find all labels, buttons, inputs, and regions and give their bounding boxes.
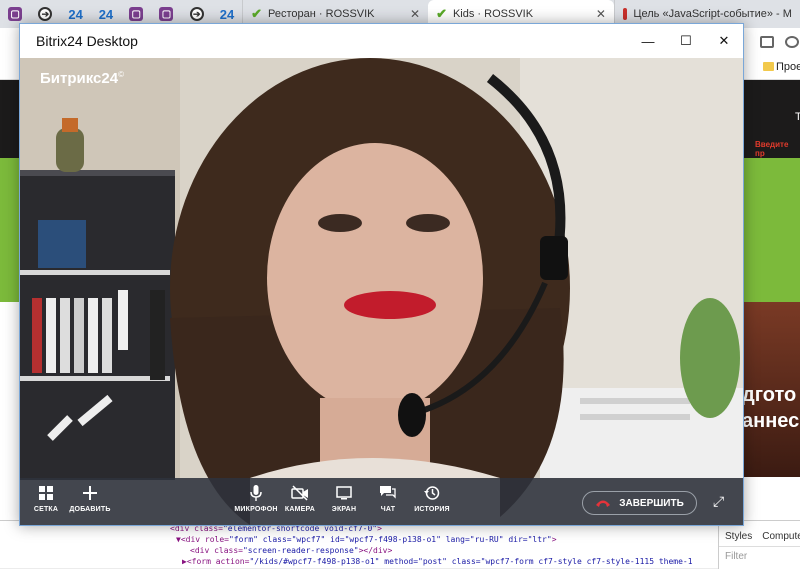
dom-line[interactable]: ▼<div role="form" class="wpcf7" id="wpcf… xyxy=(176,535,557,544)
checkmark-icon: ✔ xyxy=(251,6,263,21)
arrow-circle-icon: ➔ xyxy=(189,7,204,21)
end-call-label: ЗАВЕРШИТЬ xyxy=(619,497,684,509)
fullscreen-icon[interactable]: ⤢ xyxy=(713,493,724,510)
bitrix-app-icon: ▢ xyxy=(159,7,174,21)
add-button[interactable]: ДОБАВИТЬ xyxy=(65,484,115,513)
plus-icon xyxy=(83,486,97,500)
end-call-button[interactable]: ЗАВЕРШИТЬ xyxy=(582,491,697,515)
hangup-icon xyxy=(596,500,611,507)
settings-icon[interactable] xyxy=(785,36,799,48)
control-label: ЭКРАН xyxy=(331,506,357,513)
arrow-circle-icon: ➔ xyxy=(38,7,53,21)
bitrix24-logo: Битрикс24© xyxy=(40,70,124,87)
window-title: Bitrix24 Desktop xyxy=(36,33,138,49)
logo-mark: © xyxy=(118,70,124,79)
tab-title: Цель «JavaScript-событие» - M xyxy=(633,8,792,20)
camera-off-icon xyxy=(291,485,308,501)
camera-button[interactable]: КАМЕРА xyxy=(275,484,325,513)
metrika-icon xyxy=(622,8,628,20)
close-icon[interactable]: ✕ xyxy=(705,30,743,52)
dom-line[interactable]: ▶<form action="/kids/#wpcf7-f498-p138-o1… xyxy=(182,557,693,566)
heading-line: дгото xyxy=(742,384,797,406)
tab-title: Kids · ROSSVIK xyxy=(452,8,534,20)
screen-icon xyxy=(336,486,352,500)
video-frame xyxy=(20,58,743,525)
control-label: МИКРОФОН xyxy=(234,506,278,513)
grid-button[interactable]: СЕТКА xyxy=(21,484,71,513)
call-controls-bar: СЕТКА ДОБАВИТЬ МИКРОФОН КАМЕРА ЭКРАН ЧАТ xyxy=(20,478,743,525)
chat-button[interactable]: ЧАТ xyxy=(363,484,413,513)
camera-icon[interactable] xyxy=(760,36,774,48)
b24-icon: 24 xyxy=(68,6,83,22)
chat-icon xyxy=(380,486,396,499)
history-button[interactable]: ИСТОРИЯ xyxy=(407,484,457,513)
devtools-panel: <div class="elementor-shortcode void-cf7… xyxy=(0,520,800,569)
control-label: ЧАТ xyxy=(380,506,396,513)
styles-filter-input[interactable]: Filter xyxy=(719,547,800,566)
close-icon[interactable]: ✕ xyxy=(596,7,606,21)
tab-styles[interactable]: Styles xyxy=(725,531,752,542)
maximize-icon[interactable]: ☐ xyxy=(667,30,705,52)
control-label: ИСТОРИЯ xyxy=(414,506,450,513)
tab-computed[interactable]: Compute xyxy=(762,531,800,542)
site-hero-heading: дгото аннес xyxy=(742,382,799,434)
grid-icon xyxy=(39,486,53,500)
control-label: ДОБАВИТЬ xyxy=(69,506,111,513)
dom-line[interactable]: <div class="screen-reader-response"></di… xyxy=(190,546,392,555)
control-label: СЕТКА xyxy=(33,506,59,513)
heading-line: аннес xyxy=(742,410,800,432)
minimize-icon[interactable]: — xyxy=(629,30,667,52)
screen-share-button[interactable]: ЭКРАН xyxy=(319,484,369,513)
video-feed: Битрикс24© СЕТКА ДОБАВИТЬ МИКРОФОН КАМЕР… xyxy=(20,58,743,525)
microphone-icon xyxy=(250,485,262,501)
tab-title: Ресторан · ROSSVIK xyxy=(268,8,375,20)
bitrix-app-icon: ▢ xyxy=(8,7,23,21)
logo-text: Битрикс24 xyxy=(40,70,119,87)
b24-icon: 24 xyxy=(98,6,114,22)
site-menu-letter: T xyxy=(795,111,800,123)
bitrix-app-icon: ▢ xyxy=(129,7,144,21)
checkmark-icon: ✔ xyxy=(436,6,447,21)
bookmark-item[interactable]: Прое xyxy=(776,61,800,73)
microphone-button[interactable]: МИКРОФОН xyxy=(231,484,281,513)
site-promo-text: Введите пр xyxy=(755,140,789,158)
styles-panel: Styles Compute Filter xyxy=(718,521,800,569)
folder-icon xyxy=(763,62,774,71)
control-label: КАМЕРА xyxy=(284,506,316,513)
history-icon xyxy=(424,486,440,500)
b24-icon: 24 xyxy=(219,6,235,22)
close-icon[interactable]: ✕ xyxy=(410,7,420,21)
bitrix24-window: Bitrix24 Desktop — ☐ ✕ Битрикс24© СЕТКА … xyxy=(19,23,744,526)
